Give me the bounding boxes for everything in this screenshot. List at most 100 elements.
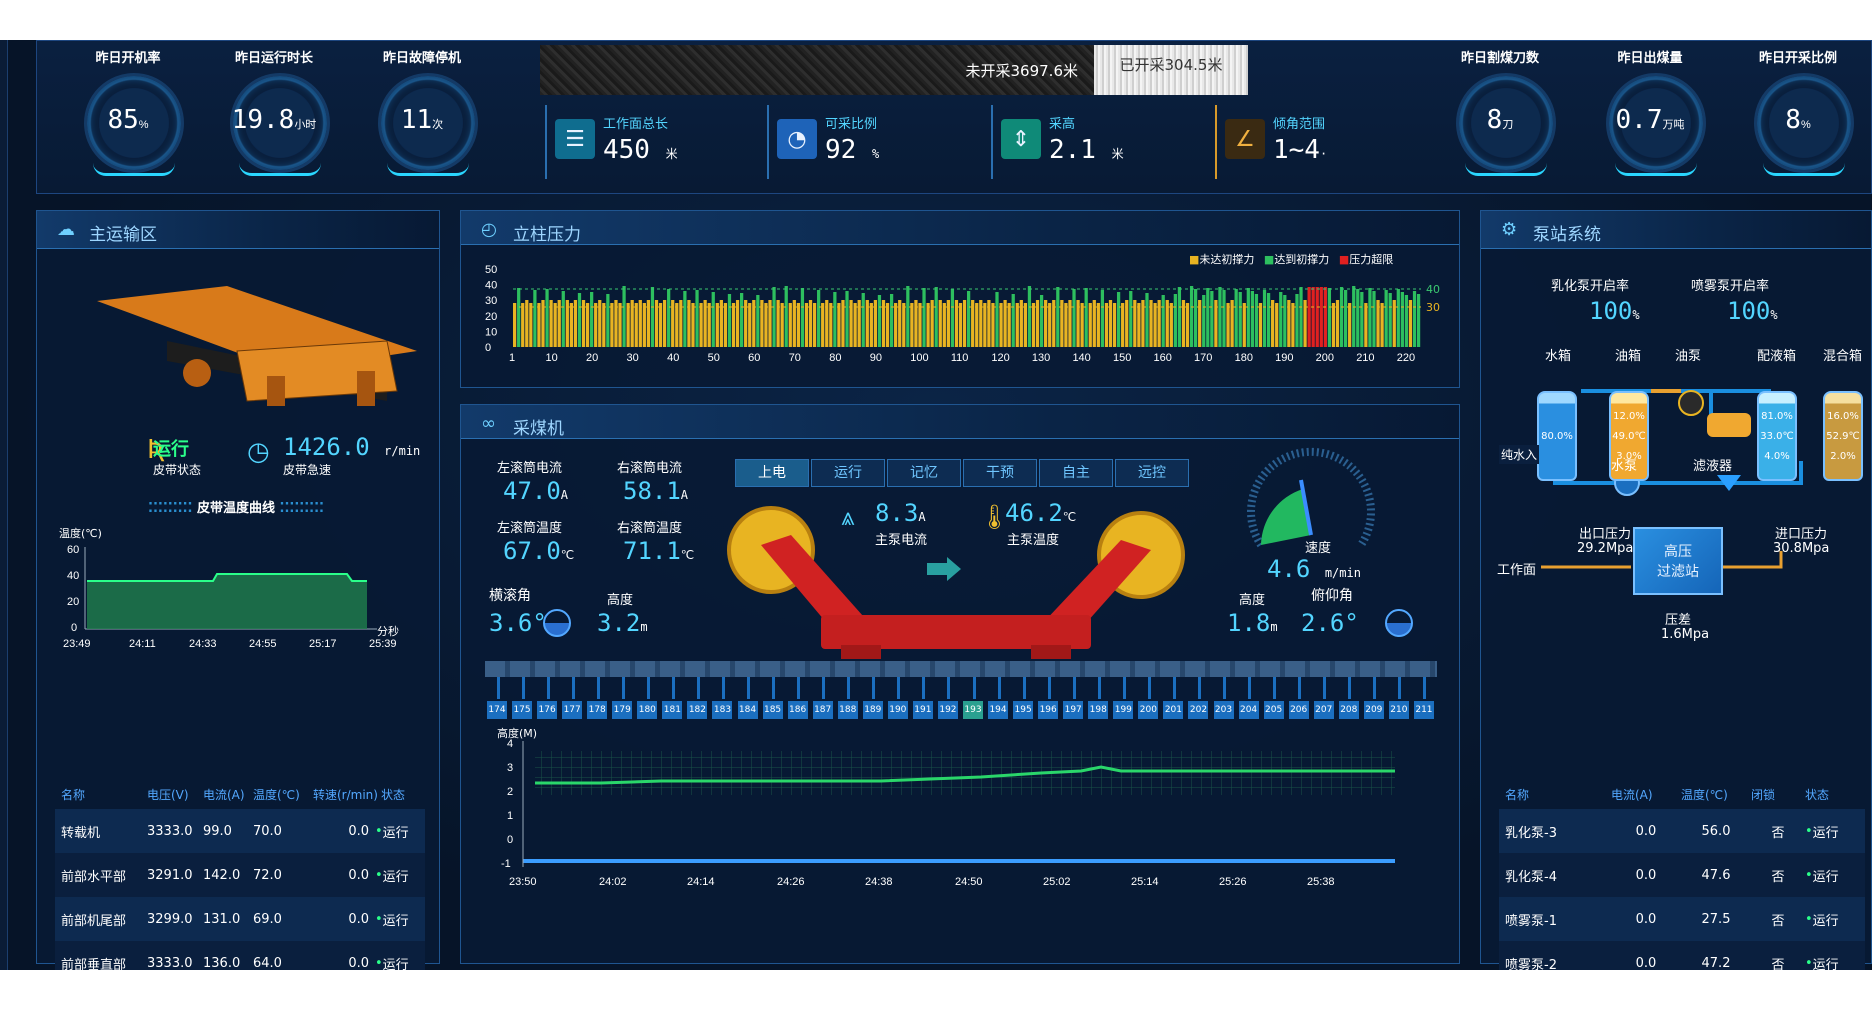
xtick: 23:49 xyxy=(63,638,91,650)
support-post xyxy=(897,677,901,699)
pillar-bar xyxy=(1307,287,1311,347)
curve-title: 皮带温度曲线 xyxy=(196,501,275,516)
support-segment[interactable]: 208 xyxy=(1338,701,1359,719)
pump-table: 名称 电流(A) 温度(℃) 闭锁 状态 乳化泵-3 0.0 56.0 否 • 运行 乳… xyxy=(1499,779,1865,970)
shearer-mode-buttons: 上电 运行 记忆 干预 自主 远控 xyxy=(735,459,1195,489)
emulsion-rate-label: 乳化泵开启率 xyxy=(1551,279,1630,294)
unmined-label: 未开采3697.6米 xyxy=(965,62,1079,80)
pillar-bar xyxy=(731,303,736,347)
roll-label: 横滚角 xyxy=(489,588,531,604)
pillar-bar xyxy=(557,300,561,347)
mode-button-auto[interactable]: 自主 xyxy=(1039,459,1113,487)
gauge-mining-ratio: 昨日开采比例 8% xyxy=(1723,41,1872,191)
mode-button-remote[interactable]: 远控 xyxy=(1115,459,1189,487)
mode-button-intervene[interactable]: 干预 xyxy=(963,459,1037,487)
support-post xyxy=(1273,677,1277,699)
transport-title: 主运输区 xyxy=(89,225,157,245)
roll-value: 3.6° xyxy=(489,609,547,637)
support-segment[interactable]: 209 xyxy=(1363,701,1384,719)
pillar-bar xyxy=(1015,303,1019,347)
support-segment[interactable]: 181 xyxy=(662,701,683,719)
pitch-indicator-icon xyxy=(1385,609,1413,637)
pillar-bar xyxy=(569,303,574,347)
table-row[interactable]: 喷雾泵-1 0.0 27.5 否 • 运行 xyxy=(1499,897,1865,941)
mode-button-power[interactable]: 上电 xyxy=(735,459,809,487)
pillar-bar xyxy=(800,288,805,347)
table-row[interactable]: 前部水平部 3291.0 142.0 72.0 0.0 • 运行 xyxy=(55,853,425,897)
support-segment[interactable]: 211 xyxy=(1413,701,1434,719)
support-segment[interactable]: 197 xyxy=(1063,701,1084,719)
support-segment[interactable]: 207 xyxy=(1313,701,1334,719)
support-segment[interactable]: 200 xyxy=(1138,701,1159,719)
pillar-bar xyxy=(889,294,894,347)
support-segment[interactable]: 202 xyxy=(1188,701,1209,719)
support-segment[interactable]: 190 xyxy=(887,701,908,719)
table-row[interactable]: 乳化泵-3 0.0 56.0 否 • 运行 xyxy=(1499,809,1865,853)
pillar-bar xyxy=(1352,286,1356,347)
pillar-bar xyxy=(650,287,655,347)
table-row[interactable]: 乳化泵-4 0.0 47.6 否 • 运行 xyxy=(1499,853,1865,897)
table-row[interactable]: 喷雾泵-2 0.0 47.2 否 • 运行 xyxy=(1499,941,1865,970)
dashboard-screen: 昨日开机率 85% 昨日运行时长 19.8小时 昨日故障停机 11次 未开采36… xyxy=(0,40,1872,970)
pillar-ytick: 20 xyxy=(485,311,497,323)
support-segment[interactable]: 184 xyxy=(737,701,758,719)
pillar-bar xyxy=(748,303,752,347)
support-segment[interactable]: 195 xyxy=(1013,701,1034,719)
table-row[interactable]: 转载机 3333.0 99.0 70.0 0.0 • 运行 xyxy=(55,809,425,853)
pillar-bar xyxy=(1023,303,1028,347)
pillar-bar xyxy=(1416,294,1421,347)
support-segment[interactable]: 206 xyxy=(1288,701,1309,719)
support-segment[interactable]: 176 xyxy=(537,701,558,719)
support-segment[interactable]: 194 xyxy=(988,701,1009,719)
support-segment[interactable]: 205 xyxy=(1263,701,1284,719)
belt-status-label: 皮带状态 xyxy=(153,463,202,477)
support-segment[interactable]: 196 xyxy=(1038,701,1059,719)
table-row[interactable]: 前部机尾部 3299.0 131.0 69.0 0.0 • 运行 xyxy=(55,897,425,941)
pillar-bar xyxy=(1295,294,1299,347)
support-segment[interactable]: 180 xyxy=(637,701,658,719)
support-segment[interactable]: 192 xyxy=(937,701,958,719)
support-segment[interactable]: 185 xyxy=(762,701,783,719)
support-segment[interactable]: 188 xyxy=(837,701,858,719)
support-segment[interactable]: 193 xyxy=(963,701,983,719)
pillar-bar xyxy=(1104,303,1109,347)
support-segment[interactable]: 204 xyxy=(1238,701,1259,719)
support-segment[interactable]: 187 xyxy=(812,701,833,719)
support-segment[interactable]: 189 xyxy=(862,701,883,719)
support-segment[interactable]: 178 xyxy=(587,701,608,719)
support-segment[interactable]: 175 xyxy=(512,701,533,719)
support-segment[interactable]: 183 xyxy=(712,701,733,719)
support-post xyxy=(797,677,801,699)
support-segment[interactable]: 199 xyxy=(1113,701,1134,719)
support-segment[interactable]: 177 xyxy=(562,701,583,719)
ref-label-40: 40 xyxy=(1426,283,1440,296)
hp-filter-station[interactable]: 高压 过滤站 xyxy=(1633,527,1723,595)
pillar-bar xyxy=(581,300,586,347)
ytick: 0 xyxy=(71,622,77,634)
pillar-bar xyxy=(695,290,699,347)
support-segment[interactable]: 210 xyxy=(1388,701,1409,719)
pillar-bar xyxy=(723,303,728,347)
table-row[interactable]: 前部垂直部 3333.0 136.0 64.0 0.0 • 运行 xyxy=(55,941,425,970)
support-segment[interactable]: 203 xyxy=(1213,701,1234,719)
support-segment[interactable]: 182 xyxy=(687,701,708,719)
support-segment[interactable]: 198 xyxy=(1088,701,1109,719)
pillar-ytick: 30 xyxy=(485,295,497,307)
pillar-bar xyxy=(1258,303,1263,347)
pillar-xtick: 70 xyxy=(789,352,801,364)
support-segment[interactable]: 174 xyxy=(487,701,507,719)
support-post xyxy=(1172,677,1176,699)
pillar-bar xyxy=(1254,294,1259,347)
support-segment[interactable]: 191 xyxy=(912,701,933,719)
support-segment[interactable]: 179 xyxy=(612,701,633,719)
support-post xyxy=(1223,677,1227,699)
pillar-bar xyxy=(1153,303,1157,347)
pillar-bar xyxy=(1039,295,1044,347)
pillar-bar xyxy=(1112,303,1117,347)
support-segment[interactable]: 186 xyxy=(787,701,808,719)
mode-button-memory[interactable]: 记忆 xyxy=(887,459,961,487)
ytick: 20 xyxy=(67,596,79,608)
pillar-bar xyxy=(1323,287,1327,347)
mode-button-run[interactable]: 运行 xyxy=(811,459,885,487)
support-segment[interactable]: 201 xyxy=(1163,701,1184,719)
